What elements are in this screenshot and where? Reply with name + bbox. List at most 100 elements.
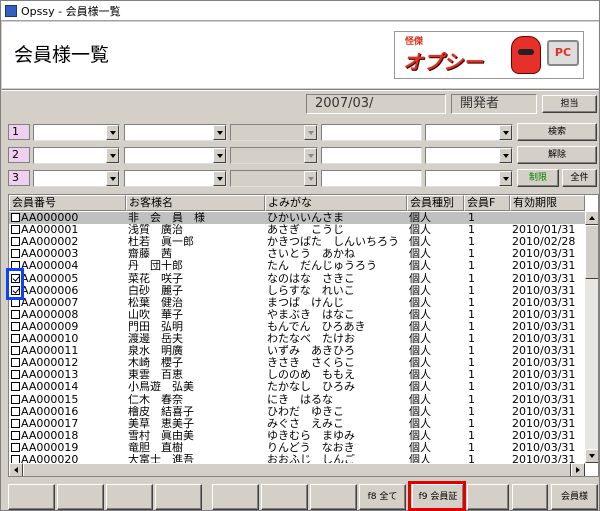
column-header-flag[interactable]: 会員F (464, 195, 510, 211)
member-id: AA000006 (21, 284, 79, 297)
row-checkbox[interactable] (11, 418, 20, 428)
row-checkbox[interactable] (11, 442, 20, 452)
filter-3-value-select[interactable] (230, 170, 318, 187)
table-row[interactable]: AA000003 齋藤 茜 さいとう あかね 個人 1 2010/03/31 (9, 248, 585, 260)
vertical-scrollbar[interactable] (585, 211, 598, 463)
cell-flag: 1 (468, 248, 475, 261)
table-row[interactable]: AA000018 雪村 眞由美 ゆきむら まゆみ 個人 1 2010/03/31 (9, 430, 585, 442)
filter-3-input[interactable] (321, 170, 422, 187)
scroll-down-icon[interactable] (585, 449, 598, 463)
row-checkbox[interactable] (11, 225, 20, 235)
cell-flag: 1 (468, 405, 475, 418)
filter-2-operator-select[interactable] (124, 147, 227, 164)
cell-expiry: 2010/03/31 (512, 272, 576, 285)
cell-name: 東雲 百恵 (128, 369, 183, 382)
row-checkbox[interactable] (11, 370, 20, 380)
filter-1-input[interactable] (321, 124, 422, 141)
filter-1-field-select[interactable] (33, 124, 120, 141)
f1-button[interactable] (8, 484, 55, 510)
filter-2-field-select[interactable] (33, 147, 120, 164)
row-checkbox[interactable] (11, 394, 20, 404)
filter-row-1-number: 1 (8, 124, 30, 140)
table-row[interactable]: AA000010 渡邊 岳夫 わたなべ たけお 個人 1 2010/03/31 (9, 333, 585, 345)
table-row[interactable]: AA000005 菜花 咲子 なのはな さきこ 個人 1 2010/03/31 (9, 273, 585, 285)
row-checkbox[interactable] (11, 249, 20, 259)
restrict-button[interactable]: 制限 (517, 169, 559, 187)
all-button[interactable]: 全件 (562, 169, 597, 187)
row-checkbox[interactable] (11, 237, 20, 247)
cell-type: 個人 (409, 272, 431, 285)
scroll-right-icon[interactable] (571, 463, 585, 476)
table-row[interactable]: AA000013 東雲 百恵 しののめ ももえ 個人 1 2010/03/31 (9, 369, 585, 381)
row-checkbox[interactable] (11, 406, 20, 416)
horizontal-scrollbar[interactable] (9, 463, 585, 476)
table-row[interactable]: AA000014 小鳥遊 弘美 たかなし ひろみ 個人 1 2010/03/31 (9, 381, 585, 393)
table-row[interactable]: AA000004 丹 団十郎 たん だんじゅうろう 個人 1 2010/03/31 (9, 260, 585, 272)
filter-1-operator-select[interactable] (124, 124, 227, 141)
scroll-up-icon[interactable] (585, 211, 598, 225)
cell-expiry: 2010/03/31 (512, 296, 576, 309)
table-row[interactable]: AA000017 美草 恵美子 みぐさ えみこ 個人 1 2010/03/31 (9, 418, 585, 430)
table-row[interactable]: AA000012 木崎 櫻子 きさき さくらこ 個人 1 2010/03/31 (9, 357, 585, 369)
table-row[interactable]: AA000002 杜若 眞一郎 かきつばた しんいちろう 個人 1 2010/02/28 (9, 236, 585, 248)
column-header-name[interactable]: お客様名 (126, 195, 265, 211)
filter-1-condition-select[interactable] (425, 124, 513, 141)
table-row[interactable]: AA000006 白砂 麗子 しらすな れいこ 個人 1 2010/03/31 (9, 285, 585, 297)
table-row[interactable]: AA000007 松葉 健治 まつば けんじ 個人 1 2010/03/31 (9, 297, 585, 309)
f12-member-button[interactable]: 会員様 (551, 484, 598, 510)
filter-3-condition-select[interactable] (425, 170, 513, 187)
staff-button[interactable]: 担当 (542, 95, 597, 113)
table-row[interactable]: AA000015 仁木 春奈 にき はるな 個人 1 2010/03/31 (9, 394, 585, 406)
row-checkbox[interactable] (11, 430, 20, 440)
f3-button[interactable] (106, 484, 153, 510)
f11-button[interactable] (512, 484, 548, 510)
member-id: AA000012 (21, 357, 79, 370)
f4-button[interactable] (155, 484, 202, 510)
table-row[interactable]: AA000009 門田 弘明 もんでん ひろあき 個人 1 2010/03/31 (9, 321, 585, 333)
table-row[interactable]: AA000008 山吹 華子 やまぶき はなこ 個人 1 2010/03/31 (9, 309, 585, 321)
column-header-id[interactable]: 会員番号 (9, 195, 126, 211)
table-row[interactable]: AA000011 泉水 明廣 いずみ あきひろ 個人 1 2010/03/31 (9, 345, 585, 357)
row-checkbox[interactable] (11, 334, 20, 343)
f10-button[interactable] (467, 484, 509, 510)
f7-button[interactable] (310, 484, 357, 510)
chevron-down-icon (106, 148, 119, 163)
member-table[interactable]: 会員番号 お客様名 よみがな 会員種別 会員F 有効期限 AA000000 非 会… (8, 194, 599, 477)
table-row[interactable]: AA000000 非 会 員 様 ひかいいんさま 個人 1 (9, 212, 585, 224)
cell-kana: たん だんじゅうろう (267, 260, 377, 273)
table-row[interactable]: AA000019 竜胆 直樹 りんどう なおき 個人 1 2010/03/31 (9, 442, 585, 454)
scroll-left-icon[interactable] (9, 463, 23, 476)
filter-2-condition-select[interactable] (425, 147, 513, 164)
cell-kana: わたなべ たけお (267, 333, 355, 345)
cell-expiry: 2010/03/31 (512, 369, 576, 382)
row-checkbox[interactable] (11, 321, 20, 331)
row-checkbox[interactable] (11, 358, 20, 368)
cell-kana: かきつばた しんいちろう (267, 236, 399, 249)
f2-button[interactable] (57, 484, 104, 510)
row-checkbox[interactable] (11, 382, 20, 392)
f8-all-button[interactable]: f8 全て (359, 484, 406, 510)
row-checkbox[interactable] (11, 309, 20, 319)
filter-3-operator-select[interactable] (124, 170, 227, 187)
table-row[interactable]: AA000001 浅質 廣治 あさぎ こうじ 個人 1 2010/01/31 (9, 224, 585, 236)
column-header-kana[interactable]: よみがな (265, 195, 407, 211)
cell-flag: 1 (468, 296, 475, 309)
column-header-expiry[interactable]: 有効期限 (510, 195, 585, 211)
filter-2-value-select[interactable] (230, 147, 318, 164)
search-button[interactable]: 検索 (517, 123, 597, 141)
vertical-scroll-thumb[interactable] (585, 225, 598, 279)
horizontal-scroll-thumb[interactable] (23, 463, 571, 476)
cell-type: 個人 (409, 417, 431, 430)
table-row[interactable]: AA000016 檜皮 結喜子 ひわだ ゆきこ 個人 1 2010/03/31 (9, 406, 585, 418)
filter-3-field-select[interactable] (33, 170, 120, 187)
row-checkbox[interactable] (11, 213, 20, 222)
f6-button[interactable] (261, 484, 308, 510)
f5-button[interactable] (212, 484, 259, 510)
filter-2-input[interactable] (321, 147, 422, 164)
column-header-type[interactable]: 会員種別 (407, 195, 464, 211)
filter-1-value-select[interactable] (230, 124, 318, 141)
row-checkbox[interactable] (11, 346, 20, 356)
clear-button[interactable]: 解除 (517, 146, 597, 164)
cell-expiry: 2010/03/31 (512, 333, 576, 345)
cell-type: 個人 (409, 393, 431, 406)
